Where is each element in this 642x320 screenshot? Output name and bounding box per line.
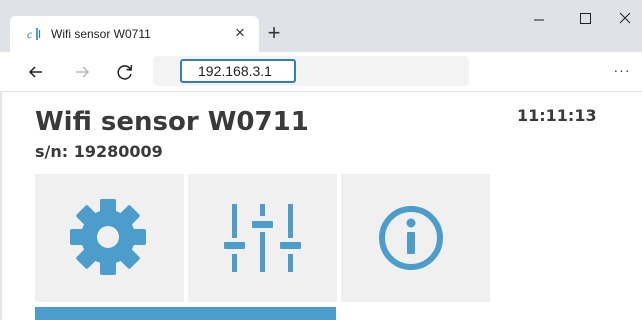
back-arrow-icon[interactable] [26,62,46,82]
more-menu-button[interactable]: ··· [612,62,632,82]
tab-title: Wifi sensor W0711 [51,27,151,41]
gear-icon [70,199,146,275]
minimize-icon [534,19,544,21]
forward-arrow-icon[interactable] [72,62,92,82]
browser-nav-bar: 192.168.3.1 ··· [0,52,642,92]
reload-icon[interactable] [115,62,135,82]
window-edge [0,92,2,320]
site-favicon-icon: c [27,27,41,41]
adjustments-tile[interactable] [188,174,337,302]
info-tile[interactable] [341,174,490,302]
sliders-icon [224,204,301,272]
settings-tile[interactable] [35,174,184,302]
url-text[interactable]: 192.168.3.1 [180,59,296,83]
action-bar[interactable] [35,307,336,320]
serial-number: s/n: 19280009 [35,142,163,161]
close-icon [619,12,631,24]
minimize-button[interactable] [516,0,562,40]
page-title: Wifi sensor W0711 [35,107,309,137]
window-close-button[interactable] [602,0,642,40]
browser-tab-bar: c Wifi sensor W0711 × + [0,0,642,52]
info-icon [379,206,443,270]
svg-text:c: c [27,27,33,41]
clock-time: 11:11:13 [517,106,597,125]
tab-close-button[interactable]: × [231,24,249,42]
new-tab-button[interactable]: + [263,22,285,45]
browser-tab[interactable]: c Wifi sensor W0711 × [10,16,259,52]
